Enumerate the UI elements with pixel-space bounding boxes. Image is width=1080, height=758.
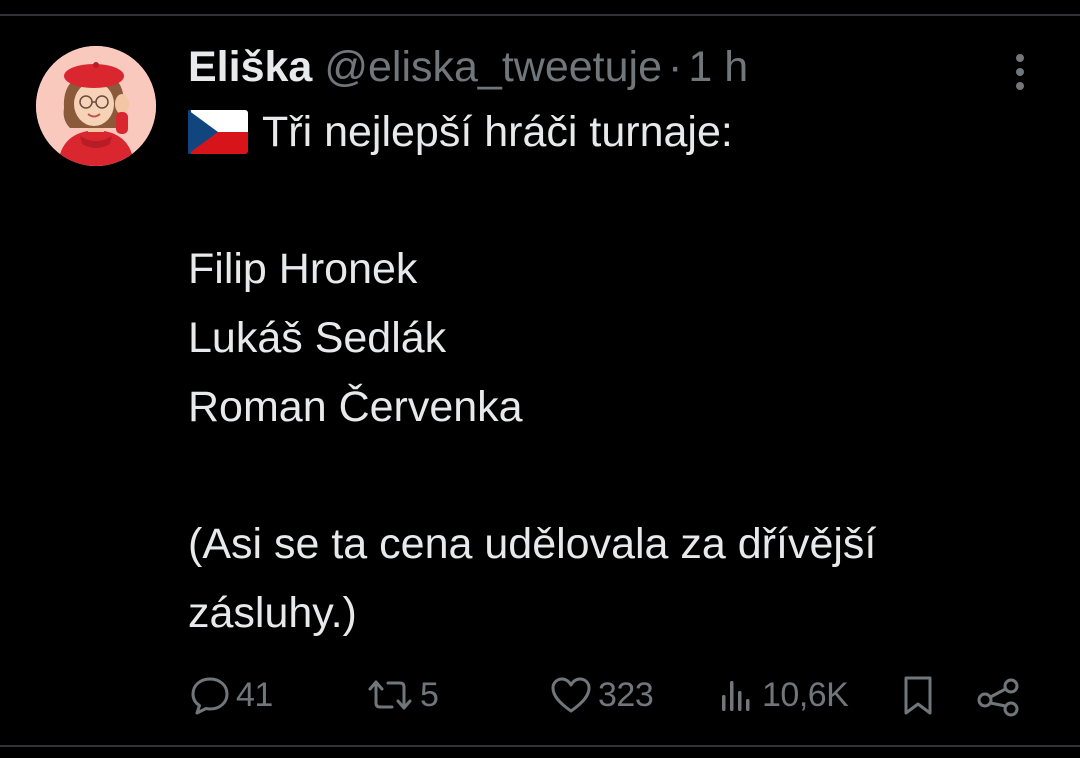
tweet-header: Eliška @eliska_tweetuje · 1 h: [188, 42, 748, 92]
views-button[interactable]: 10,6K: [718, 668, 849, 722]
reply-count: 41: [236, 675, 273, 714]
reply-icon: [191, 677, 229, 715]
retweet-count: 5: [420, 675, 439, 714]
like-count: 323: [598, 675, 654, 714]
heart-icon: [551, 677, 591, 713]
tweet-line-3: Lukáš Sedlák: [188, 314, 447, 362]
views-chart-icon: [722, 681, 750, 711]
views-count: 10,6K: [762, 675, 849, 714]
action-bar: 41 5 323 10,6K: [0, 668, 1080, 722]
tweet-line-1: Tři nejlepší hráči turnaje:: [262, 108, 733, 156]
like-button[interactable]: 323: [548, 668, 654, 722]
author-name[interactable]: Eliška: [188, 43, 312, 91]
tweet-line-6: zásluhy.): [188, 589, 357, 637]
share-button[interactable]: [976, 668, 1022, 722]
czech-flag-icon: [188, 110, 248, 154]
reply-button[interactable]: 41: [188, 668, 273, 722]
retweet-icon: [368, 680, 412, 710]
more-options-icon[interactable]: [1000, 50, 1040, 94]
bookmark-icon: [904, 676, 932, 715]
tweet-time[interactable]: 1 h: [688, 43, 748, 91]
separator-dot: ·: [668, 43, 683, 91]
retweet-button[interactable]: 5: [364, 668, 439, 722]
author-handle[interactable]: @eliska_tweetuje: [324, 43, 662, 91]
tweet-line-5: (Asi se ta cena udělovala za dřívější: [188, 520, 877, 568]
avatar[interactable]: [36, 46, 156, 166]
bottom-divider: [0, 745, 1080, 747]
bookmark-button[interactable]: [898, 668, 938, 722]
top-divider: [0, 14, 1080, 16]
tweet-line-4: Roman Červenka: [188, 383, 523, 431]
tweet-line-2: Filip Hronek: [188, 245, 418, 293]
share-icon: [977, 678, 1019, 717]
